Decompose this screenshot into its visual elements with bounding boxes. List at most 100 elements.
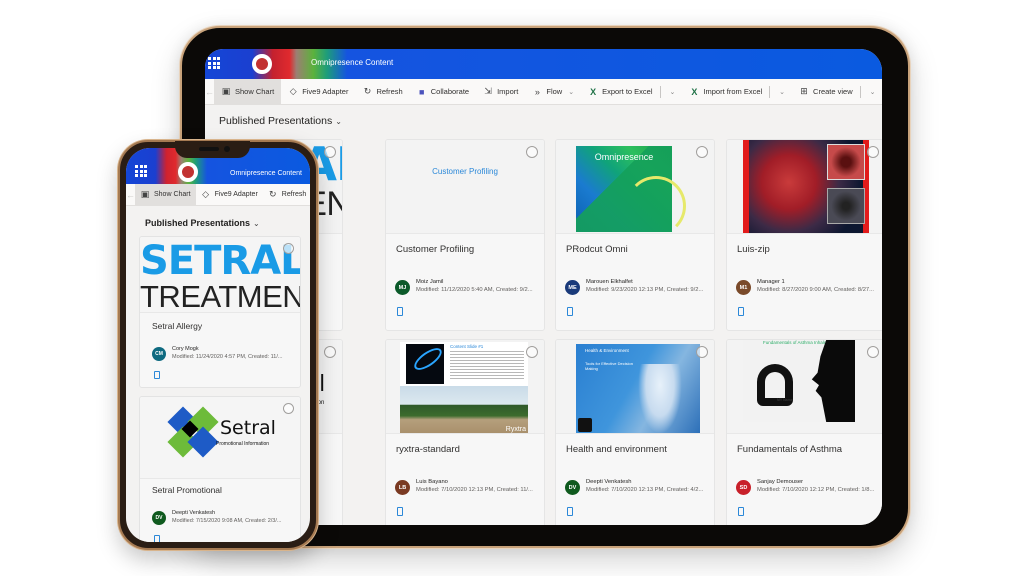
device-icon bbox=[154, 535, 160, 542]
thumbnail-text: Customer Profiling bbox=[432, 167, 498, 176]
chart-icon: ▣ bbox=[140, 189, 150, 199]
thumbnail-text: Setral bbox=[220, 417, 276, 439]
app-header: Omnipresence Content bbox=[205, 49, 882, 79]
refresh-button[interactable]: ↻ Refresh bbox=[355, 79, 409, 104]
import-button[interactable]: ⇲ Import bbox=[476, 79, 525, 104]
avatar: M1 bbox=[736, 280, 751, 295]
collaborate-button[interactable]: ■ Collaborate bbox=[410, 79, 476, 104]
chart-icon: ▣ bbox=[221, 86, 231, 96]
create-view-icon: ⊞ bbox=[800, 86, 808, 96]
card-meta: Modified: 7/10/2020 12:13 PM, Created: 4… bbox=[586, 487, 704, 493]
card-title: Customer Profiling bbox=[396, 244, 475, 255]
import-icon: ⇲ bbox=[484, 86, 492, 96]
card-meta: Modified: 7/10/2020 12:12 PM, Created: 1… bbox=[757, 487, 875, 493]
select-checkbox[interactable] bbox=[324, 346, 336, 358]
select-checkbox[interactable] bbox=[324, 146, 336, 158]
presentation-card[interactable]: SETRAL TREATMENT Setral Allergy CM Cory … bbox=[139, 236, 301, 388]
divider bbox=[769, 85, 771, 98]
thumbnail-image: Health & Environment Tools for Effective… bbox=[576, 344, 700, 433]
back-arrow-icon[interactable]: ← bbox=[126, 190, 135, 200]
presentation-card[interactable]: Omnipresence PRodcut Omni ME Marouen Elk… bbox=[555, 139, 715, 331]
presentation-card[interactable]: Fundamentals of Asthma Inhaler Devices M… bbox=[726, 339, 882, 525]
flow-button[interactable]: » Flow ⌄ bbox=[525, 79, 581, 104]
select-checkbox[interactable] bbox=[526, 346, 538, 358]
five9-adapter-button[interactable]: ◇ Five9 Adapter bbox=[196, 184, 263, 205]
thumbnail-image bbox=[743, 140, 869, 233]
presentation-card[interactable]: Customer Profiling Customer Profiling MJ… bbox=[385, 139, 545, 331]
chevron-down-icon[interactable]: ⌄ bbox=[868, 88, 876, 96]
import-from-excel-button[interactable]: X Import from Excel ⌄ bbox=[682, 79, 792, 104]
card-owner: Cory Mogk bbox=[172, 346, 199, 352]
back-arrow-icon[interactable]: ← bbox=[205, 87, 214, 97]
device-icon bbox=[567, 307, 573, 316]
refresh-icon: ↻ bbox=[269, 189, 277, 199]
five9-adapter-label: Five9 Adapter bbox=[214, 191, 258, 198]
divider bbox=[659, 85, 661, 98]
show-chart-label: Show Chart bbox=[235, 87, 275, 96]
show-chart-label: Show Chart bbox=[154, 191, 191, 198]
omnipresence-logo-icon bbox=[252, 54, 272, 74]
card-meta: Modified: 7/15/2020 9:08 AM, Created: 2/… bbox=[172, 518, 282, 524]
select-checkbox[interactable] bbox=[867, 146, 879, 158]
select-checkbox[interactable] bbox=[867, 346, 879, 358]
card-owner: Sanjay Demouser bbox=[757, 479, 804, 485]
five9-adapter-label: Five9 Adapter bbox=[302, 87, 349, 96]
command-bar: ← ▣ Show Chart ◇ Five9 Adapter ↻ Refresh ■ C… bbox=[205, 79, 882, 105]
card-owner: Deepti Venkatesh bbox=[586, 479, 632, 485]
card-title: ryxtra-standard bbox=[396, 444, 460, 455]
card-title: Health and environment bbox=[566, 444, 667, 455]
five9-icon: ◇ bbox=[289, 86, 297, 96]
app-title: Omnipresence Content bbox=[311, 58, 394, 67]
device-icon bbox=[738, 307, 744, 316]
create-view-label: Create view bbox=[813, 87, 853, 96]
card-thumbnail: Health & Environment Tools for Effective… bbox=[556, 340, 714, 434]
phone-notch bbox=[175, 141, 250, 158]
select-checkbox[interactable] bbox=[526, 146, 538, 158]
app-launcher-icon[interactable] bbox=[135, 165, 147, 177]
card-owner: Marouen Elkhalfet bbox=[586, 279, 633, 285]
view-selector[interactable]: Published Presentations ⌄ bbox=[219, 115, 342, 127]
view-title: Published Presentations bbox=[219, 115, 333, 127]
card-owner: Moiz Jamil bbox=[416, 279, 444, 285]
device-icon bbox=[397, 507, 403, 516]
thumbnail-image: Setral Promotional Information bbox=[140, 397, 300, 478]
chevron-down-icon[interactable]: ⌄ bbox=[777, 88, 785, 96]
card-thumbnail: Customer Profiling bbox=[386, 140, 544, 234]
five9-icon: ◇ bbox=[202, 189, 210, 199]
refresh-button[interactable]: ↻ Refresh bbox=[263, 184, 310, 205]
select-checkbox[interactable] bbox=[696, 346, 708, 358]
chevron-down-icon[interactable]: ⌄ bbox=[668, 88, 676, 96]
thumbnail-decoration bbox=[626, 176, 686, 233]
thumbnail-text: MY Name bbox=[777, 398, 793, 402]
five9-adapter-button[interactable]: ◇ Five9 Adapter bbox=[281, 79, 355, 104]
create-view-button[interactable]: ⊞ Create view ⌄ bbox=[792, 79, 882, 104]
thumbnail-text: SETRAL bbox=[140, 238, 300, 284]
card-title: Fundamentals of Asthma bbox=[737, 444, 843, 455]
collaborate-label: Collaborate bbox=[430, 87, 470, 96]
presentation-card[interactable]: Health & Environment Tools for Effective… bbox=[555, 339, 715, 525]
avatar: SD bbox=[736, 480, 751, 495]
show-chart-button[interactable]: ▣ Show Chart bbox=[135, 184, 196, 205]
card-title: PRodcut Omni bbox=[566, 244, 628, 255]
show-chart-button[interactable]: ▣ Show Chart bbox=[214, 79, 282, 104]
select-checkbox[interactable] bbox=[696, 146, 708, 158]
presentation-card[interactable]: Content Slide #1 Ryxtra ryxtra-standard … bbox=[385, 339, 545, 525]
select-checkbox[interactable] bbox=[283, 243, 294, 254]
thumbnail-text: Ryxtra bbox=[505, 426, 526, 433]
refresh-label: Refresh bbox=[281, 191, 307, 198]
presentation-card[interactable]: Setral Promotional Information Setral Pr… bbox=[139, 396, 301, 542]
device-icon bbox=[738, 507, 744, 516]
device-icon bbox=[154, 371, 160, 379]
app-launcher-icon[interactable] bbox=[208, 57, 220, 69]
view-selector[interactable]: Published Presentations ⌄ bbox=[145, 218, 260, 228]
card-meta: Modified: 7/10/2020 12:13 PM, Created: 1… bbox=[416, 487, 533, 493]
avatar: ME bbox=[565, 280, 580, 295]
export-to-excel-button[interactable]: X Export to Excel ⌄ bbox=[581, 79, 682, 104]
card-thumbnail: Content Slide #1 Ryxtra bbox=[386, 340, 544, 434]
select-checkbox[interactable] bbox=[283, 403, 294, 414]
avatar: DV bbox=[565, 480, 580, 495]
card-title: Setral Allergy bbox=[152, 321, 203, 331]
app-title: Omnipresence Content bbox=[230, 170, 302, 177]
presentation-card[interactable]: Luis-zip M1 Manager 1 Modified: 8/27/202… bbox=[726, 139, 882, 331]
flow-icon: » bbox=[534, 86, 540, 97]
